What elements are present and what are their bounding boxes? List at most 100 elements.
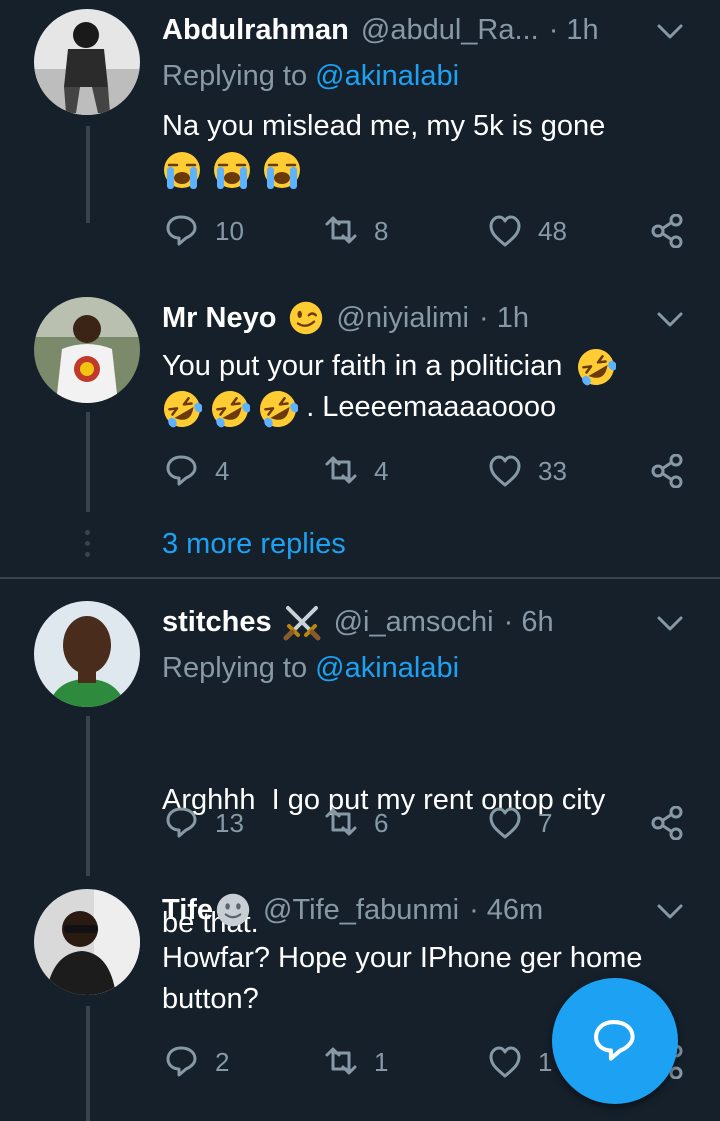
tweet-text-line: You put your faith in a politician [162, 346, 692, 388]
crossed-swords-icon [283, 606, 321, 641]
thread-dots [85, 530, 91, 563]
share-button[interactable] [650, 454, 700, 488]
retweet-button[interactable]: 4 [324, 454, 388, 488]
user-handle[interactable]: @niyialimi [336, 302, 469, 335]
like-button[interactable]: 33 [488, 454, 567, 488]
tweet-text: You put your faith in a politician . Lee… [162, 346, 692, 429]
loudly-crying-face-icon [262, 151, 302, 191]
reply-button[interactable]: 4 [165, 454, 229, 488]
mention-link[interactable]: @akinalabi [315, 60, 459, 92]
retweet-count: 1 [374, 1046, 389, 1077]
more-replies-link[interactable]: 3 more replies [162, 528, 346, 561]
share-button[interactable] [650, 214, 700, 248]
thread-line [86, 126, 90, 223]
display-name[interactable]: Abdulrahman [162, 14, 349, 47]
like-count: 1 [538, 1046, 553, 1077]
timestamp: · 1h [479, 301, 529, 334]
retweet-count: 6 [374, 807, 389, 838]
heart-icon [489, 215, 521, 247]
mention-link[interactable]: @akinalabi [315, 652, 459, 684]
timestamp: · 46m [469, 893, 544, 926]
retweet-icon [325, 456, 357, 484]
retweet-count: 4 [374, 455, 389, 486]
display-name[interactable]: Tife [162, 894, 213, 927]
author-row[interactable]: Abdulrahman @abdul_Ra... · 1h [162, 10, 599, 50]
slightly-smiling-face-icon [216, 893, 250, 927]
loudly-crying-face-icon [162, 151, 202, 191]
author-row[interactable]: stitches @i_amsochi · 6h [162, 602, 554, 642]
replying-to: Replying to @akinalabi [162, 60, 459, 93]
reply-count: 2 [215, 1046, 230, 1077]
heart-icon [489, 807, 521, 839]
divider [0, 577, 720, 579]
reply-bubble-icon [166, 807, 197, 838]
chevron-down-icon[interactable] [656, 902, 684, 922]
avatar[interactable] [34, 889, 140, 995]
avatar[interactable] [34, 9, 140, 115]
compose-reply-icon [594, 1020, 635, 1061]
reply-count: 4 [215, 455, 230, 486]
retweet-icon [325, 1047, 357, 1075]
tweet-text-line: . Leeeemaaaaoooo [162, 387, 692, 429]
chevron-down-icon[interactable] [656, 614, 684, 634]
reply-bubble-icon [166, 455, 197, 486]
user-handle[interactable]: @abdul_Ra... [361, 14, 539, 47]
tweet-text-line: Howfar? Hope your IPhone ger home [162, 942, 643, 974]
reply-bubble-icon [166, 1046, 197, 1077]
like-count: 48 [538, 215, 567, 246]
retweet-icon [325, 216, 357, 244]
user-handle[interactable]: @Tife_fabunmi [263, 894, 459, 927]
thread-line [86, 716, 90, 876]
replying-to: Replying to @akinalabi [162, 652, 459, 685]
rolling-on-floor-laughing-icon [258, 388, 299, 429]
thread-line [86, 1006, 90, 1121]
tweet-text-line: Na you mislead me, my 5k is gone [162, 110, 606, 142]
timestamp: · 6h [503, 605, 554, 638]
replying-to-label: Replying to [162, 60, 316, 92]
reply-bubble-icon [166, 215, 197, 246]
avatar[interactable] [34, 297, 140, 403]
like-button[interactable]: 48 [488, 214, 567, 248]
reply-button[interactable]: 10 [165, 214, 244, 248]
retweet-button[interactable]: 6 [324, 806, 388, 840]
reply-button[interactable]: 13 [165, 806, 244, 840]
chevron-down-icon[interactable] [656, 22, 684, 42]
display-name[interactable]: stitches [162, 606, 272, 639]
reply-button[interactable]: 2 [165, 1045, 229, 1079]
like-button[interactable]: 1 [488, 1045, 552, 1079]
like-button[interactable]: 7 [488, 806, 552, 840]
tweet-text: Na you mislead me, my 5k is gone [162, 106, 692, 191]
reply-count: 13 [215, 807, 244, 838]
rolling-on-floor-laughing-icon [210, 388, 251, 429]
share-icon [651, 214, 683, 248]
rolling-on-floor-laughing-icon [162, 388, 202, 429]
retweet-count: 8 [374, 215, 389, 246]
author-row[interactable]: Mr Neyo @niyialimi · 1h [162, 298, 529, 338]
replying-to-label: Replying to [162, 652, 316, 684]
compose-reply-button[interactable] [552, 978, 678, 1104]
share-icon [651, 806, 683, 840]
like-count: 7 [538, 807, 553, 838]
retweet-icon [325, 808, 357, 836]
heart-icon [489, 455, 521, 487]
share-icon [651, 454, 683, 488]
retweet-button[interactable]: 8 [324, 214, 388, 248]
winking-face-icon [290, 301, 323, 335]
retweet-button[interactable]: 1 [324, 1045, 388, 1079]
timestamp: · 1h [548, 13, 599, 46]
tweet-text-fragment: . Leeeemaaaaoooo [306, 391, 557, 424]
loudly-crying-face-icon [212, 151, 252, 191]
display-name[interactable]: Mr Neyo [162, 302, 276, 335]
reply-count: 10 [215, 215, 244, 246]
tweet-text-fragment: You put your faith in a politician [162, 350, 563, 382]
author-row[interactable]: Tife @Tife_fabunmi · 46m [162, 890, 543, 930]
heart-icon [489, 1046, 521, 1078]
user-handle[interactable]: @i_amsochi [334, 606, 494, 639]
share-button[interactable] [650, 806, 700, 840]
like-count: 33 [538, 455, 567, 486]
rolling-on-floor-laughing-icon [576, 347, 617, 388]
avatar[interactable] [34, 601, 140, 707]
chevron-down-icon[interactable] [656, 310, 684, 330]
emoji-row [162, 147, 692, 191]
thread-line [86, 412, 90, 512]
